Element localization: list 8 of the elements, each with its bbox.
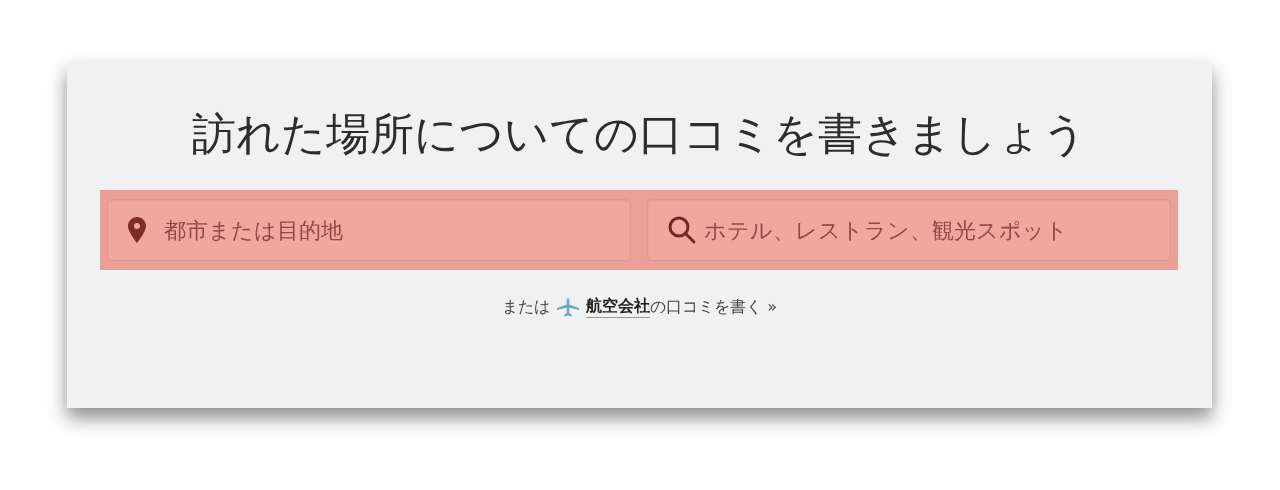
airplane-icon (556, 297, 581, 317)
search-icon (667, 215, 697, 245)
page-heading: 訪れた場所についての口コミを書きましょう (191, 112, 1088, 156)
airline-review-prompt: または 航空会社の口コミを書く » (501, 296, 778, 318)
airline-link[interactable]: 航空会社 (586, 296, 651, 318)
search-field[interactable]: ホテル、レストラン、観光スポット (647, 199, 1171, 261)
map-pin-icon (127, 216, 147, 244)
location-field[interactable]: 都市または目的地 (107, 199, 631, 261)
